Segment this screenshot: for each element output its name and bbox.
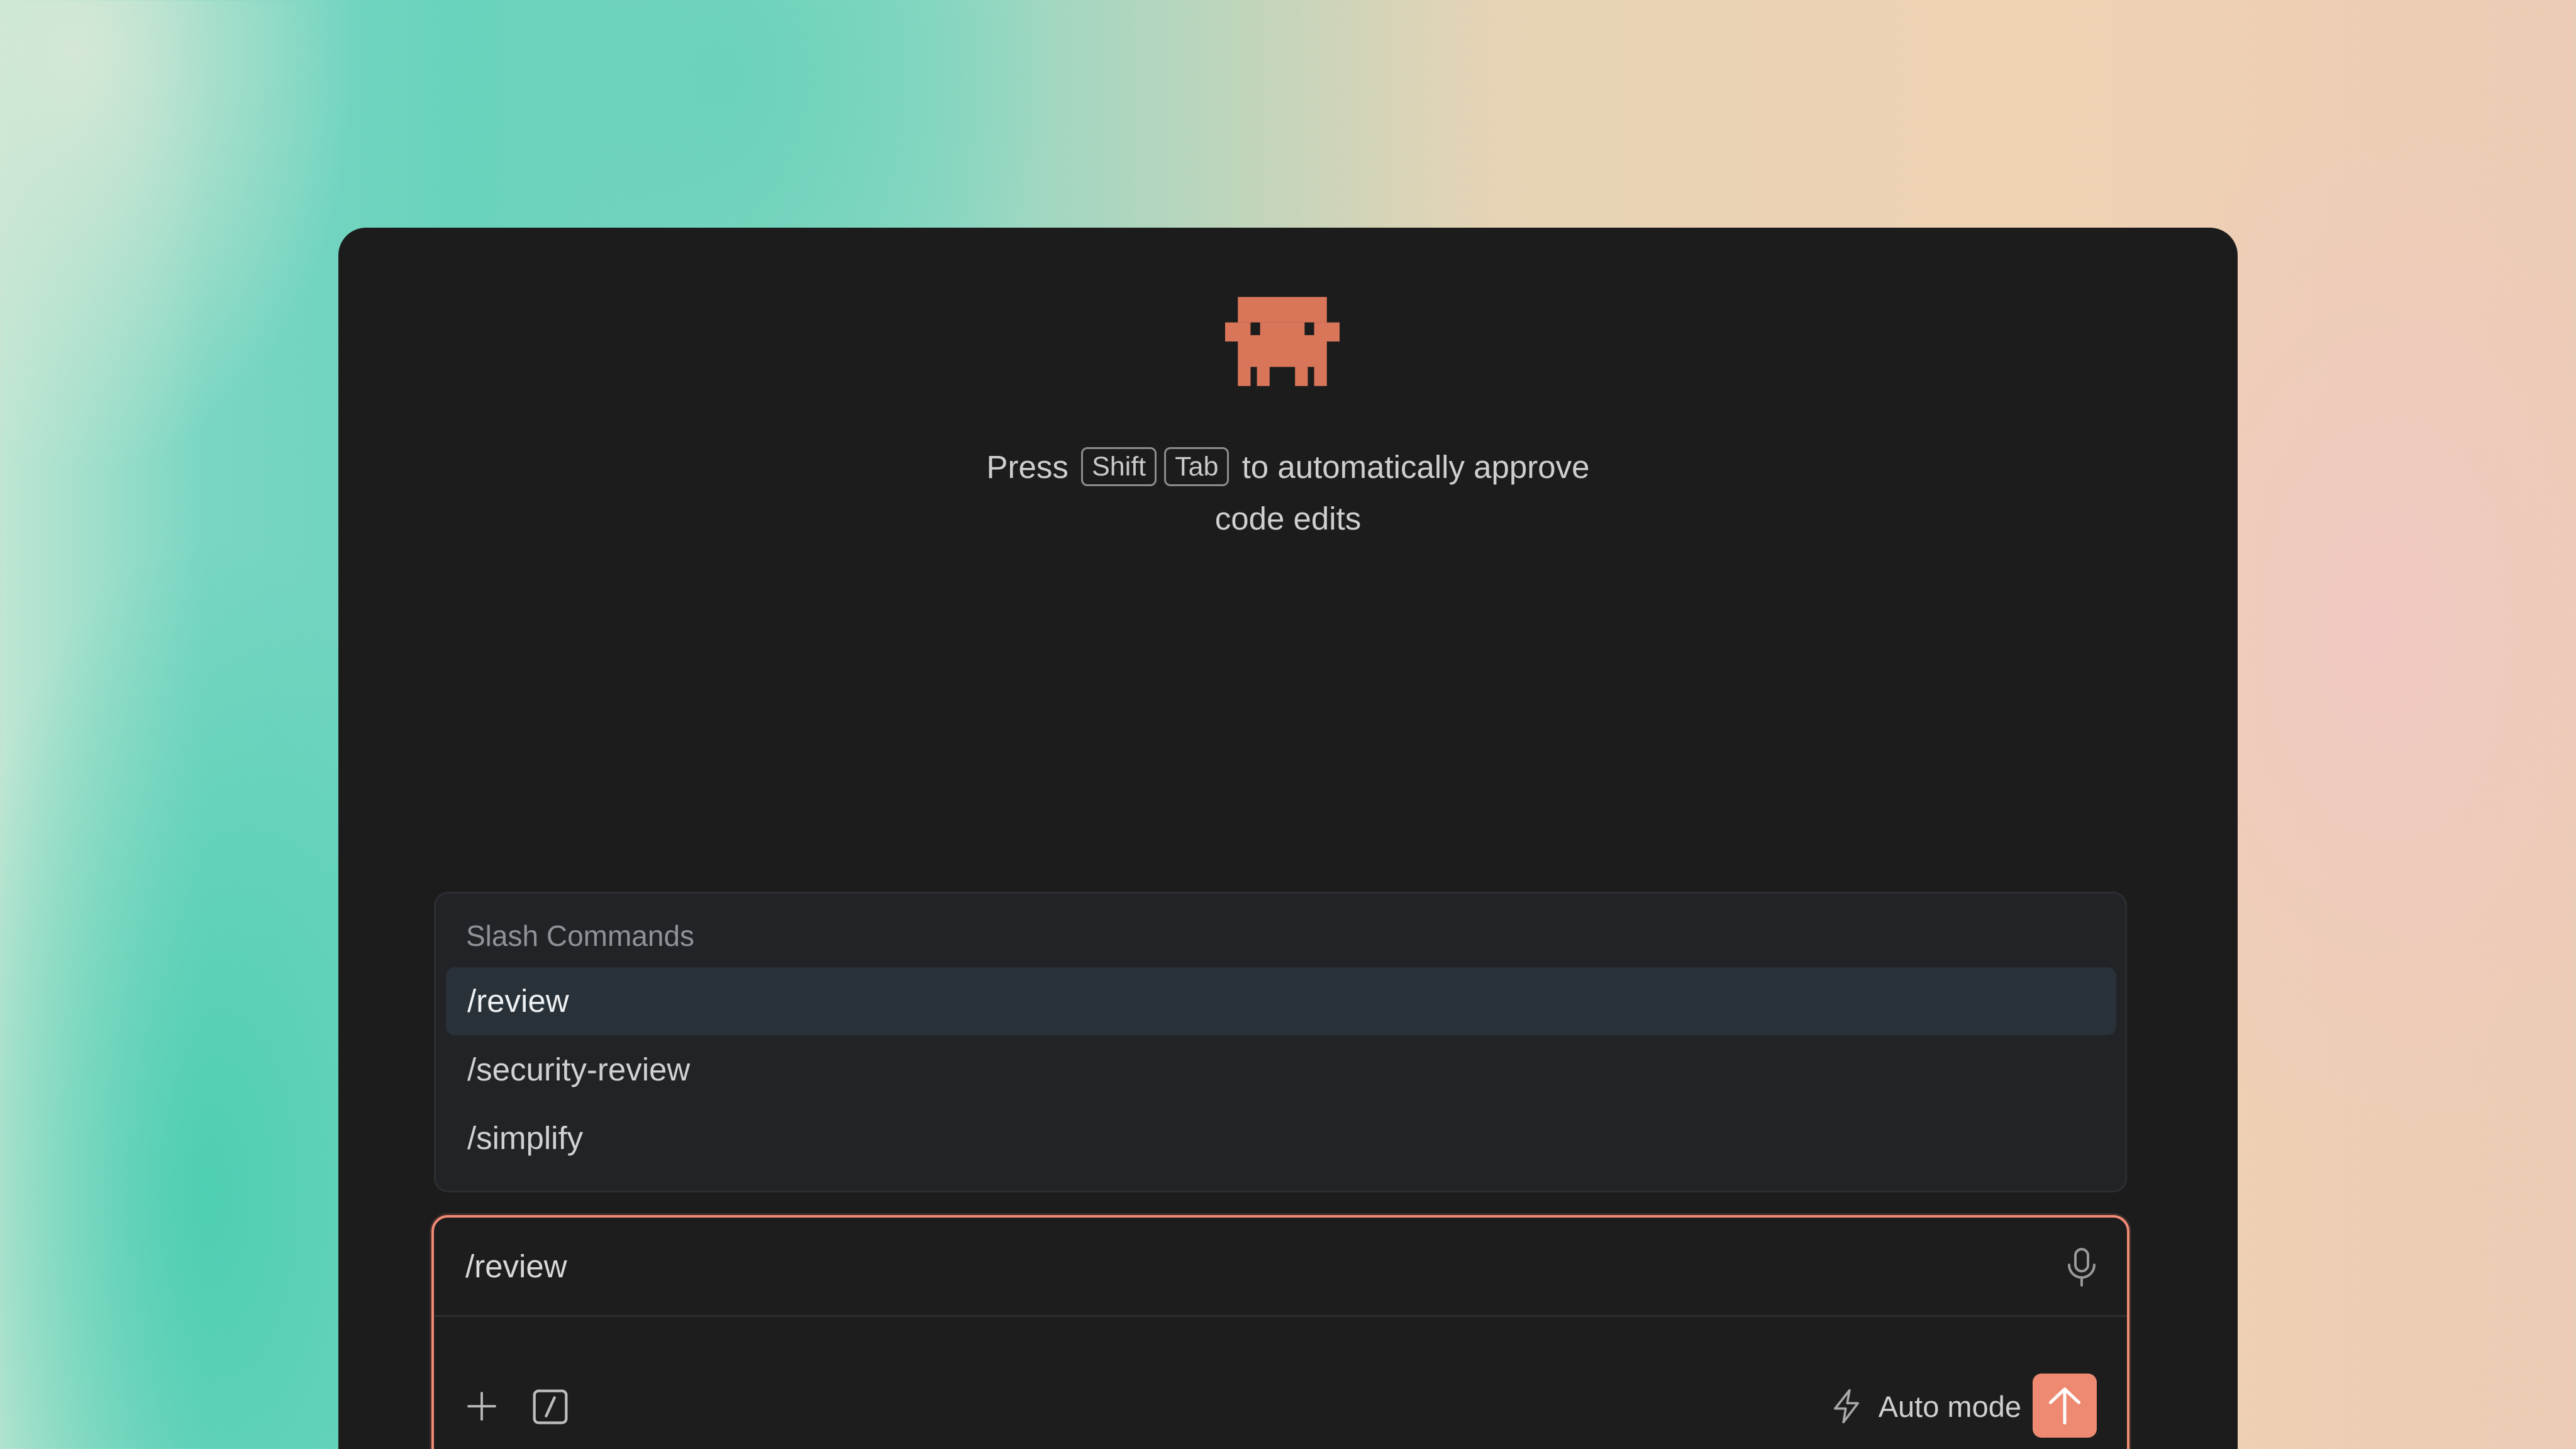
shortcut-hint: Press Shift Tab to automatically approve … <box>338 441 2238 545</box>
prompt-composer: /review Auto mode <box>431 1215 2129 1449</box>
send-button[interactable] <box>2033 1374 2097 1438</box>
slash-command-button[interactable] <box>527 1384 574 1430</box>
hint-approve-text: to automatically approve <box>1241 449 1590 485</box>
hint-press-text: Press <box>986 449 1069 485</box>
plus-icon <box>467 1392 496 1421</box>
pixel-creature-icon <box>1225 297 1340 386</box>
tab-key-badge: Tab <box>1164 447 1230 486</box>
command-item-simplify[interactable]: /simplify <box>446 1104 2116 1172</box>
shortcut-hint-line-1: Press Shift Tab to automatically approve <box>338 441 2238 493</box>
arrow-up-icon <box>2049 1387 2080 1424</box>
slash-command-icon <box>533 1389 568 1424</box>
shortcut-hint-line-2: code edits <box>1214 501 1362 536</box>
auto-mode-toggle[interactable]: Auto mode <box>1831 1382 2021 1430</box>
slash-commands-menu: Slash Commands /review /security-review … <box>434 892 2127 1192</box>
lightning-bolt-icon <box>1833 1389 1859 1424</box>
prompt-input[interactable]: /review <box>465 1218 567 1316</box>
command-item-review[interactable]: /review <box>446 967 2116 1035</box>
shift-key-badge: Shift <box>1081 447 1157 486</box>
add-attachment-button[interactable] <box>458 1382 506 1430</box>
command-item-security-review[interactable]: /security-review <box>446 1036 2116 1104</box>
composer-divider <box>434 1315 2127 1317</box>
microphone-icon[interactable] <box>2063 1246 2101 1288</box>
slash-commands-heading: Slash Commands <box>466 919 695 952</box>
app-window: Press Shift Tab to automatically approve … <box>338 228 2238 1449</box>
auto-mode-label: Auto mode <box>1878 1389 2021 1423</box>
